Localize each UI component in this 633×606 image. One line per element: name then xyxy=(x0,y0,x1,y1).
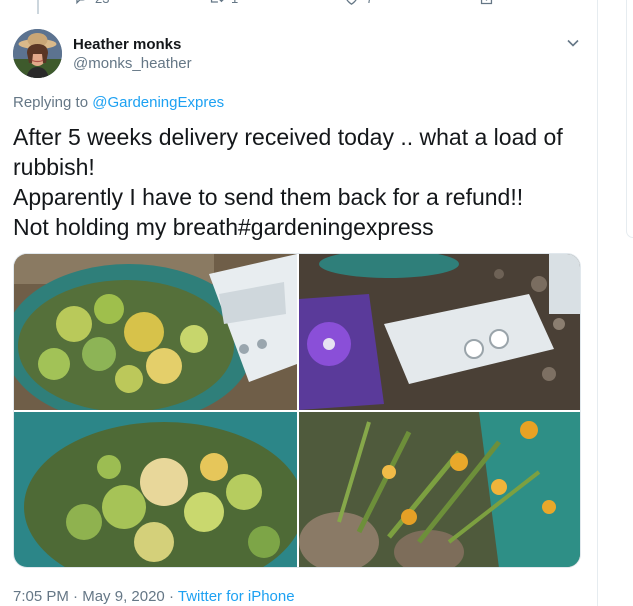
tweet-text-line: Not holding my breath#gardeningexpress xyxy=(13,214,434,240)
separator: · xyxy=(73,588,79,605)
tweet-time[interactable]: 7:05 PM xyxy=(13,588,69,605)
tweet-text-line: After 5 weeks delivery received today ..… xyxy=(13,124,563,150)
media-grid xyxy=(13,253,581,568)
like-count: 7 xyxy=(366,0,373,6)
reply-count: 23 xyxy=(95,0,109,6)
photo-daffodil-bulbs xyxy=(299,412,580,567)
retweet-icon xyxy=(210,0,224,3)
avatar-image xyxy=(13,29,62,78)
tweet-photo[interactable] xyxy=(299,254,580,410)
tweet-photo[interactable] xyxy=(299,412,580,567)
chevron-down-icon[interactable] xyxy=(565,35,581,51)
photo-wilted-plants-closeup xyxy=(14,412,297,567)
share-action[interactable] xyxy=(478,0,495,7)
author-handle[interactable]: @monks_heather xyxy=(73,55,192,72)
heart-icon xyxy=(346,0,357,5)
replying-to-label: Replying to xyxy=(13,94,89,111)
reply-action[interactable]: 23 xyxy=(72,0,109,7)
photo-seed-packets xyxy=(299,254,580,410)
thread-connector-line xyxy=(37,0,39,14)
photo-wilted-plants-pot xyxy=(14,254,297,410)
author-name[interactable]: Heather monks xyxy=(73,36,181,53)
tweet-photo[interactable] xyxy=(14,412,297,567)
tweet-text-line: Apparently I have to send them back for … xyxy=(13,184,524,210)
timeline-right-border xyxy=(597,0,598,606)
sidebar-card-edge xyxy=(626,0,633,238)
retweet-count: 1 xyxy=(231,0,238,6)
tweet-date[interactable]: May 9, 2020 xyxy=(82,588,165,605)
retweet-action[interactable]: 1 xyxy=(208,0,238,7)
tweet-text-line: rubbish! xyxy=(13,154,95,180)
replying-to-link[interactable]: @GardeningExpres xyxy=(92,94,224,111)
previous-tweet-actions: 23 1 7 xyxy=(0,0,597,8)
avatar[interactable] xyxy=(13,29,62,78)
replying-to: Replying to @GardeningExpres xyxy=(13,94,224,111)
reply-icon xyxy=(76,0,85,5)
tweet-photo[interactable] xyxy=(14,254,297,410)
like-action[interactable]: 7 xyxy=(343,0,373,7)
tweet-source[interactable]: Twitter for iPhone xyxy=(178,588,295,605)
tweet-metadata: 7:05 PM · May 9, 2020 · Twitter for iPho… xyxy=(13,588,295,605)
separator: · xyxy=(168,588,174,605)
tweet-text: After 5 weeks delivery received today ..… xyxy=(13,122,583,242)
share-icon xyxy=(480,0,493,5)
